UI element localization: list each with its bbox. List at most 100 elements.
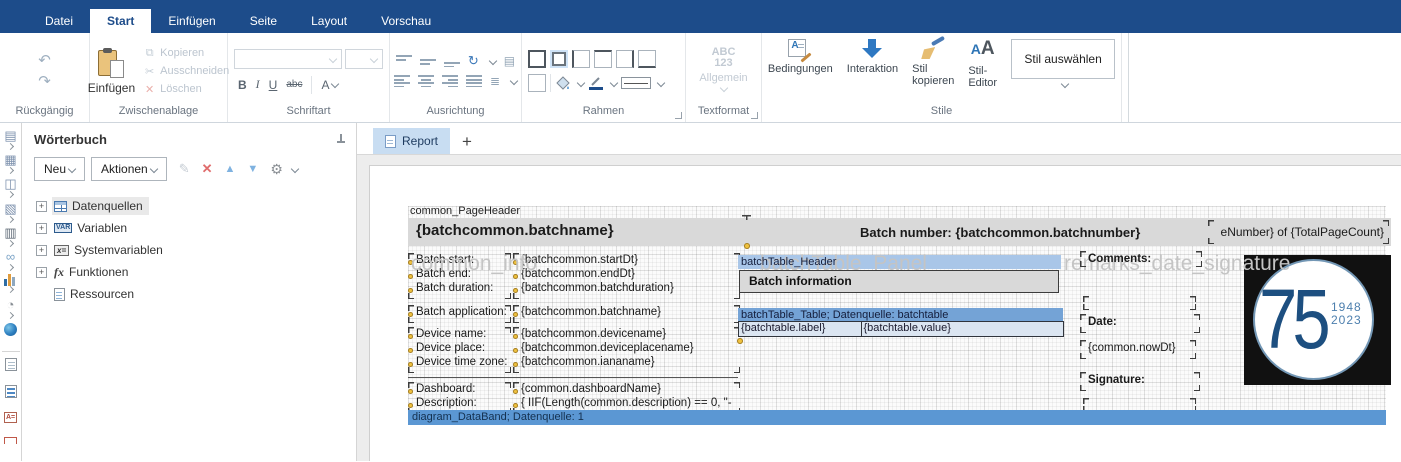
select-style-button[interactable]: Stil auswählen <box>1011 39 1115 79</box>
field-value-expression[interactable]: {batchcommon.batchduration} <box>513 281 740 295</box>
select-style-chevron[interactable] <box>1060 80 1068 88</box>
info-label-column[interactable]: Device name:Device place:Device time zon… <box>408 327 511 373</box>
field-value-expression[interactable]: {batchcommon.iananame} <box>513 355 740 369</box>
page-header-band-name[interactable]: common_PageHeader <box>410 205 520 217</box>
pin-icon[interactable] <box>336 134 346 146</box>
copy-style-button[interactable]: Stil kopieren <box>912 39 954 87</box>
field-value-expression[interactable]: { IIF(Length(common.description) == 0, "… <box>513 396 740 410</box>
border-all-icon[interactable] <box>528 50 546 68</box>
textformat-dialog-launcher[interactable] <box>751 112 758 119</box>
menu-tab-vorschau[interactable]: Vorschau <box>364 9 448 33</box>
menu-tab-layout[interactable]: Layout <box>294 9 364 33</box>
tree-expander[interactable]: + <box>36 267 47 278</box>
word-wrap-icon[interactable]: ▤ <box>504 55 515 67</box>
comments-field[interactable]: Comments: <box>1080 251 1202 267</box>
batchtable-table-band[interactable]: batchTable_Table; Datenquelle: batchtabl… <box>738 308 1063 321</box>
batch-number-field[interactable]: Batch number: {batchcommon.batchnumber} <box>860 225 1140 240</box>
tree-expander[interactable]: + <box>36 201 47 212</box>
new-button[interactable]: Neu <box>34 157 85 181</box>
align-justify-icon[interactable] <box>466 75 482 87</box>
interaction-button[interactable]: Interaktion <box>847 39 898 75</box>
field-value-expression[interactable]: {common.dashboardName} <box>513 382 740 396</box>
field-label[interactable]: Dashboard: <box>408 382 511 396</box>
edit-icon[interactable]: ✎ <box>179 161 190 177</box>
font-size-select[interactable] <box>345 49 383 69</box>
align-left-icon[interactable] <box>394 75 410 87</box>
text-page-icon[interactable] <box>5 385 17 412</box>
fill-color-icon[interactable] <box>555 75 571 91</box>
info-value-column[interactable]: {batchcommon.startDt}{batchcommon.endDt}… <box>513 253 740 299</box>
field-label[interactable]: Batch application: <box>408 305 511 319</box>
style-editor-button[interactable]: AA Stil-Editor <box>968 39 997 89</box>
delete-item-icon[interactable]: ✕ <box>202 161 213 177</box>
report-components-icon[interactable]: ▧ <box>4 202 16 226</box>
gauge-icon[interactable]: ◔ <box>7 298 15 322</box>
empty-text-field[interactable] <box>1083 296 1196 310</box>
menu-tab-datei[interactable]: Datei <box>28 9 90 33</box>
border-none-icon[interactable] <box>528 74 546 92</box>
gear-icon[interactable]: ⚙ <box>270 161 283 178</box>
paste-button[interactable]: Einfügen <box>88 48 135 95</box>
tree-item-ressourcen[interactable]: +Ressourcen <box>36 283 356 305</box>
signature-label-field[interactable]: Signature: <box>1080 372 1200 391</box>
date-label-field[interactable]: Date: <box>1080 314 1200 333</box>
barcode-icon[interactable]: ▥ <box>4 226 16 250</box>
expand-chevron[interactable] <box>7 216 14 223</box>
border-style-select[interactable] <box>621 77 651 89</box>
expand-chevron[interactable] <box>7 167 14 174</box>
add-page-button[interactable]: + <box>462 132 472 154</box>
menu-tab-einfügen[interactable]: Einfügen <box>151 9 232 33</box>
align-center-icon[interactable] <box>418 75 434 87</box>
field-value-expression[interactable]: {batchcommon.batchname} <box>513 305 740 319</box>
align-bottom-icon[interactable] <box>444 55 460 67</box>
font-family-select[interactable] <box>234 49 342 69</box>
border-top-icon[interactable] <box>594 50 612 68</box>
chart-icon[interactable] <box>4 274 17 298</box>
copy-button[interactable]: ⧉Kopieren <box>143 47 229 60</box>
border-left-icon[interactable] <box>572 50 590 68</box>
actions-button[interactable]: Aktionen <box>91 157 167 181</box>
batchtable-header-band[interactable]: batchTable_Header <box>738 255 1061 269</box>
bands-icon[interactable]: ▤ <box>4 129 16 153</box>
report-tab[interactable]: Report <box>373 128 450 154</box>
align-middle-icon[interactable] <box>420 55 436 67</box>
tree-expander[interactable]: + <box>36 223 47 234</box>
data-bands-icon[interactable]: ▦ <box>4 153 16 177</box>
bold-button[interactable]: B <box>238 78 247 92</box>
tree-expander[interactable]: + <box>36 245 47 256</box>
info-value-column[interactable]: {batchcommon.devicename}{batchcommon.dev… <box>513 327 740 373</box>
table-cell-value[interactable]: {batchtable.value} <box>861 321 1064 337</box>
expand-chevron[interactable] <box>7 143 14 150</box>
redo-icon[interactable]: ↷ <box>38 75 51 88</box>
undo-icon[interactable]: ↶ <box>38 54 51 67</box>
expand-chevron[interactable] <box>7 264 14 271</box>
field-value-expression[interactable]: {batchcommon.deviceplacename} <box>513 341 740 355</box>
field-label[interactable]: Description: <box>408 396 511 410</box>
italic-button[interactable]: I <box>256 77 260 92</box>
move-up-icon[interactable]: ▲ <box>225 163 236 175</box>
border-bottom-icon[interactable] <box>638 50 656 68</box>
field-label[interactable]: Device time zone: <box>408 355 511 369</box>
table-cell-label[interactable]: {batchtable.label} <box>738 321 862 337</box>
strikethrough-button[interactable]: abc <box>286 79 302 90</box>
info-value-column[interactable]: {batchcommon.batchname} <box>513 305 740 323</box>
field-label[interactable]: Batch duration: <box>408 281 511 295</box>
line-spacing-icon[interactable]: ≣ <box>490 75 500 87</box>
field-label[interactable]: Device place: <box>408 341 511 355</box>
border-color-icon[interactable] <box>588 75 604 91</box>
font-color-button[interactable]: A <box>321 78 338 92</box>
underline-button[interactable]: U <box>269 78 278 92</box>
expand-chevron[interactable] <box>7 286 14 293</box>
expand-chevron[interactable] <box>7 191 14 198</box>
field-label[interactable]: Device name: <box>408 327 511 341</box>
map-icon[interactable] <box>4 323 17 347</box>
text-rotation-icon[interactable]: ↻ <box>468 55 479 67</box>
move-down-icon[interactable]: ▼ <box>247 163 258 175</box>
panels-icon[interactable]: ◫ <box>4 177 16 201</box>
report-page[interactable]: common_PageHeader {batchcommon.batchname… <box>369 165 1401 461</box>
expand-chevron[interactable] <box>7 312 14 319</box>
menu-tab-seite[interactable]: Seite <box>233 9 294 33</box>
info-label-column[interactable]: Batch application: <box>408 305 511 323</box>
align-top-icon[interactable] <box>396 55 412 67</box>
menu-tab-start[interactable]: Start <box>90 9 151 33</box>
